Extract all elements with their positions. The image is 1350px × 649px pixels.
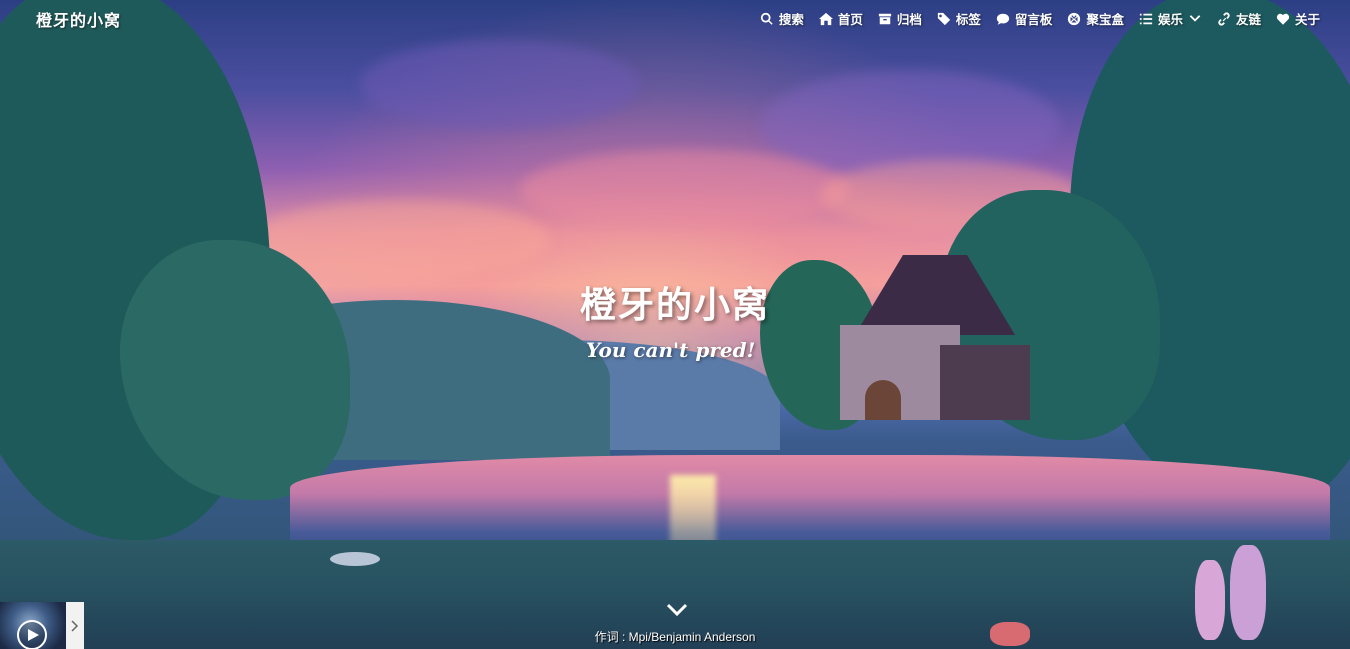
heart-icon [1276,13,1290,25]
flower [1230,545,1266,640]
nav-item-archive[interactable]: 归档 [878,9,922,28]
treasure-box-icon [1068,12,1081,25]
flower [330,552,380,566]
nav-item-treasure-box[interactable]: 聚宝盒 [1067,9,1124,28]
nav-item-tags[interactable]: 标签 [937,9,981,28]
nav-label: 聚宝盒 [1086,12,1124,27]
link-icon [1218,11,1230,26]
nav-item-friend-links[interactable]: 友链 [1217,9,1261,28]
tags-icon [937,12,951,25]
nav-label: 关于 [1294,12,1320,27]
nav-item-search[interactable]: 搜索 [760,9,804,28]
hero-subtitle: You can't pred! [586,338,756,362]
nav-label: 娱乐 [1157,12,1183,27]
site-brand[interactable]: 橙牙的小窝 [36,7,121,31]
top-navbar: 橙牙的小窝 搜索 首页 归档 标签 留言板 聚宝盒 娱乐 友链 关于 [0,0,1350,36]
list-icon [1139,13,1153,24]
lyric-line: 作词 : Mpi/Benjamin Anderson [594,630,756,644]
chevron-down-icon [1189,14,1201,22]
chevron-down-icon [666,603,688,617]
nav-label: 归档 [896,12,922,27]
nav-label: 友链 [1235,12,1261,27]
cottage-annex [940,345,1030,420]
cottage-door [865,380,901,420]
nav-label: 首页 [837,12,863,27]
main-nav: 搜索 首页 归档 标签 留言板 聚宝盒 娱乐 友链 关于 [745,9,1320,28]
comment-icon [996,13,1010,25]
archive-icon [878,13,892,24]
home-icon [818,12,833,25]
nav-item-guestbook[interactable]: 留言板 [996,9,1053,28]
nav-label: 标签 [955,12,981,27]
cloud [360,40,640,130]
nav-item-about[interactable]: 关于 [1276,9,1320,28]
nav-item-home[interactable]: 首页 [818,9,863,28]
nav-item-entertainment[interactable]: 娱乐 [1139,9,1202,28]
scroll-down-button[interactable] [666,602,688,617]
nav-label: 搜索 [778,12,804,27]
nav-label: 留言板 [1014,12,1053,27]
hero-title: 橙牙的小窝 [579,285,770,326]
cloud [520,150,850,230]
search-icon [760,12,773,25]
